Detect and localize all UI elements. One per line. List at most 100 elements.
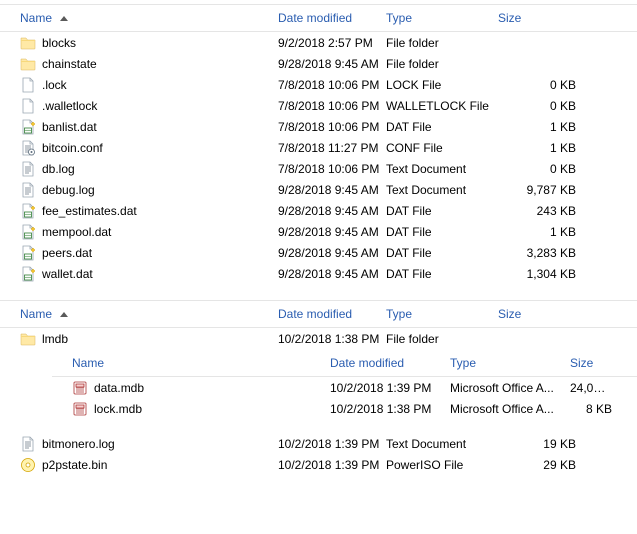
file-date: 9/28/2018 9:45 AM	[274, 246, 382, 260]
file-date: 7/8/2018 10:06 PM	[274, 162, 382, 176]
col-header-name[interactable]: Name	[68, 349, 326, 376]
file-row[interactable]: bitcoin.conf7/8/2018 11:27 PMCONF File1 …	[0, 137, 637, 158]
file-type: DAT File	[382, 267, 494, 281]
col-header-size[interactable]: Size	[494, 5, 594, 31]
col-header-label: Type	[386, 307, 412, 321]
file-row[interactable]: p2pstate.bin10/2/2018 1:39 PMPowerISO Fi…	[0, 454, 637, 475]
file-type: WALLETLOCK File	[382, 99, 494, 113]
file-type: File folder	[382, 36, 494, 50]
col-header-label: Size	[570, 356, 593, 370]
file-name: bitmonero.log	[42, 437, 115, 451]
file-type: LOCK File	[382, 78, 494, 92]
file-row[interactable]: lock.mdb10/2/2018 1:38 PMMicrosoft Offic…	[52, 398, 637, 419]
file-name-cell: debug.log	[16, 182, 274, 198]
iso-icon	[20, 457, 36, 473]
file-type: DAT File	[382, 225, 494, 239]
file-row[interactable]: .walletlock 7/8/2018 10:06 PMWALLETLOCK F…	[0, 95, 637, 116]
file-name-cell: lock.mdb	[68, 401, 326, 417]
conf-icon	[20, 140, 36, 156]
dat-icon	[20, 203, 36, 219]
file-type: File folder	[382, 57, 494, 71]
col-header-label: Type	[386, 11, 412, 25]
col-header-size[interactable]: Size	[494, 301, 594, 327]
file-name-cell: p2pstate.bin	[16, 457, 274, 473]
file-type: Text Document	[382, 162, 494, 176]
file-name: lock.mdb	[94, 402, 142, 416]
dat-icon	[20, 266, 36, 282]
file-row[interactable]: db.log 7/8/2018 10:06 PMText Document0 KB	[0, 158, 637, 179]
file-size: 0 KB	[494, 162, 594, 176]
file-row[interactable]: mempool.dat9/28/2018 9:45 AMDAT File1 KB	[0, 221, 637, 242]
file-date: 7/8/2018 10:06 PM	[274, 99, 382, 113]
text-icon	[20, 436, 36, 452]
mdb-icon	[72, 380, 88, 396]
file-name: p2pstate.bin	[42, 458, 107, 472]
file-size: 1 KB	[494, 225, 594, 239]
file-date: 9/28/2018 9:45 AM	[274, 204, 382, 218]
file-name: blocks	[42, 36, 76, 50]
file-row[interactable]: fee_estimates.dat9/28/2018 9:45 AMDAT Fi…	[0, 200, 637, 221]
file-icon	[20, 77, 36, 93]
file-name-cell: db.log	[16, 161, 274, 177]
col-header-label: Name	[20, 307, 52, 321]
file-row[interactable]: banlist.dat7/8/2018 10:06 PMDAT File1 KB	[0, 116, 637, 137]
text-icon	[20, 161, 36, 177]
folder-icon	[20, 56, 36, 72]
col-header-label: Date modified	[278, 11, 352, 25]
file-row[interactable]: blocks9/2/2018 2:57 PMFile folder	[0, 32, 637, 53]
col-header-type[interactable]: Type	[382, 5, 494, 31]
file-size: 243 KB	[494, 204, 594, 218]
text-icon	[20, 182, 36, 198]
file-date: 10/2/2018 1:39 PM	[326, 381, 446, 395]
file-type: Microsoft Office A...	[446, 402, 566, 416]
file-name: banlist.dat	[42, 120, 97, 134]
file-name-cell: blocks	[16, 35, 274, 51]
file-size: 1 KB	[494, 120, 594, 134]
file-type: DAT File	[382, 204, 494, 218]
file-name: db.log	[42, 162, 75, 176]
col-header-date[interactable]: Date modified	[274, 5, 382, 31]
col-header-name[interactable]: Name	[16, 5, 274, 31]
file-name: peers.dat	[42, 246, 92, 260]
mdb-icon	[72, 401, 88, 417]
file-name: debug.log	[42, 183, 95, 197]
col-header-date[interactable]: Date modified	[274, 301, 382, 327]
file-type: CONF File	[382, 141, 494, 155]
file-row[interactable]: wallet.dat9/28/2018 9:45 AMDAT File1,304…	[0, 263, 637, 284]
file-date: 7/8/2018 10:06 PM	[274, 120, 382, 134]
file-date: 9/28/2018 9:45 AM	[274, 267, 382, 281]
col-header-label: Name	[20, 11, 52, 25]
nested-file-list: Name Date modified Type Size data.mdb 10/…	[52, 349, 637, 419]
file-name: lmdb	[42, 332, 68, 346]
file-size: 1 KB	[494, 141, 594, 155]
dat-icon	[20, 224, 36, 240]
file-name-cell: chainstate	[16, 56, 274, 72]
file-name: data.mdb	[94, 381, 144, 395]
file-row[interactable]: debug.log9/28/2018 9:45 AMText Document9…	[0, 179, 637, 200]
file-row[interactable]: .lock7/8/2018 10:06 PMLOCK File0 KB	[0, 74, 637, 95]
col-header-label: Type	[450, 356, 476, 370]
file-row[interactable]: chainstate9/28/2018 9:45 AMFile folder	[0, 53, 637, 74]
col-header-type[interactable]: Type	[446, 349, 566, 376]
file-type: Text Document	[382, 183, 494, 197]
file-row[interactable]: lmdb10/2/2018 1:38 PMFile folder	[0, 328, 637, 349]
file-name-cell: banlist.dat	[16, 119, 274, 135]
col-header-size[interactable]: Size	[566, 349, 630, 376]
file-name: chainstate	[42, 57, 97, 71]
col-header-label: Name	[72, 356, 104, 370]
file-name-cell: peers.dat	[16, 245, 274, 261]
file-size: 1,304 KB	[494, 267, 594, 281]
file-name-cell: .walletlock	[16, 98, 274, 114]
col-header-label: Date modified	[330, 356, 404, 370]
file-type: File folder	[382, 332, 494, 346]
file-name-cell: mempool.dat	[16, 224, 274, 240]
file-row[interactable]: bitmonero.log10/2/2018 1:39 PMText Docum…	[0, 433, 637, 454]
col-header-name[interactable]: Name	[16, 301, 274, 327]
file-name: .walletlock	[42, 99, 97, 113]
file-row[interactable]: peers.dat9/28/2018 9:45 AMDAT File3,283 …	[0, 242, 637, 263]
col-header-type[interactable]: Type	[382, 301, 494, 327]
file-name-cell: data.mdb	[68, 380, 326, 396]
col-header-date[interactable]: Date modified	[326, 349, 446, 376]
file-name-cell: .lock	[16, 77, 274, 93]
file-row[interactable]: data.mdb10/2/2018 1:39 PMMicrosoft Offic…	[52, 377, 637, 398]
